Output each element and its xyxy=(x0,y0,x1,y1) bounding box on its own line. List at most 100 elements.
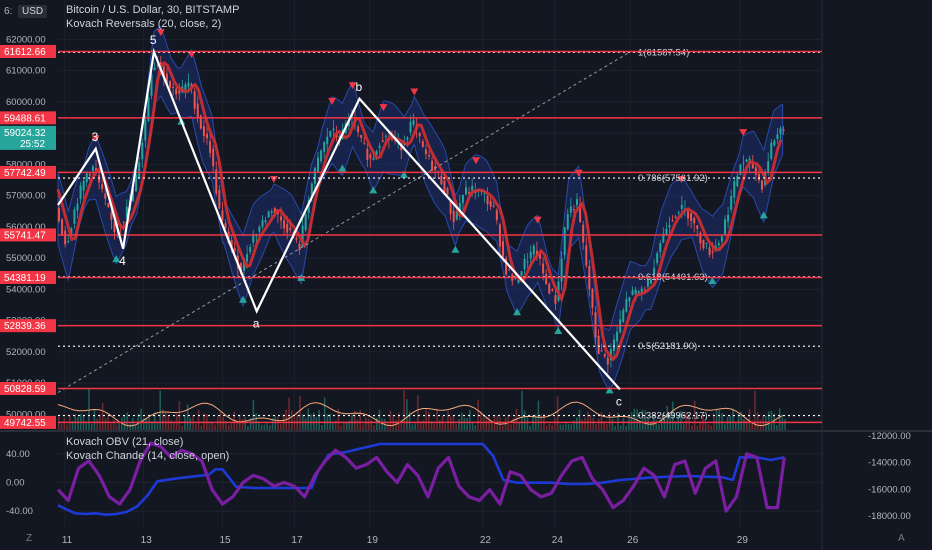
indicator-kovach-chande[interactable]: Kovach Chande (14, close, open) xyxy=(66,450,229,462)
candle-body xyxy=(79,185,82,200)
volume-bar xyxy=(85,422,88,430)
volume-bar xyxy=(280,423,282,430)
chart-svg[interactable]: 1(61587.54)0.786(57561.92)0.618(54401.63… xyxy=(0,0,932,550)
price-label-text: 50828.59 xyxy=(4,384,46,395)
auto-scale-icon[interactable]: A xyxy=(898,533,905,544)
volume-bar xyxy=(362,424,364,430)
candle-body xyxy=(88,173,91,176)
candle-body xyxy=(545,273,548,285)
volume-bar xyxy=(521,390,523,430)
candle-body xyxy=(693,217,696,224)
candle-body xyxy=(606,357,609,365)
volume-bar xyxy=(414,423,416,430)
candle-body xyxy=(508,269,511,271)
candle-body xyxy=(221,210,224,221)
time-axis-label: 17 xyxy=(291,535,303,546)
volume-bar xyxy=(370,420,373,430)
candle-body xyxy=(153,67,156,71)
candle-body xyxy=(101,184,104,190)
candle-body xyxy=(486,196,489,205)
candle-body xyxy=(566,214,569,229)
candle-body xyxy=(202,126,205,136)
price-label-countdown: 25:52 xyxy=(20,139,45,150)
volume-bar xyxy=(96,418,98,430)
candle-body xyxy=(671,220,674,222)
candle-body xyxy=(628,297,631,302)
candle-body xyxy=(532,245,535,255)
candle-body xyxy=(357,126,360,133)
candle-body xyxy=(91,166,94,171)
volume-bar xyxy=(227,424,230,430)
volume-bar xyxy=(586,411,589,430)
candle-body xyxy=(643,289,646,291)
volume-bar xyxy=(140,408,142,430)
wave-label-a: a xyxy=(253,316,260,330)
candle-body xyxy=(58,208,60,221)
time-axis-label: 26 xyxy=(627,535,639,546)
candle-body xyxy=(585,245,588,266)
candle-body xyxy=(720,236,723,242)
candle-body xyxy=(600,350,603,352)
volume-bar xyxy=(126,412,129,430)
volume-bar xyxy=(455,424,458,430)
volume-bar xyxy=(406,399,408,430)
candle-body xyxy=(613,339,616,351)
candle-body xyxy=(372,158,375,160)
candle-body xyxy=(563,227,566,256)
volume-bar xyxy=(469,410,471,430)
price-tick-label: 57000.00 xyxy=(6,191,46,202)
candle-body xyxy=(246,254,249,262)
volume-bar xyxy=(244,417,246,430)
volume-bar xyxy=(186,404,189,430)
candle-body xyxy=(554,295,557,304)
candle-body xyxy=(572,208,575,210)
candle-body xyxy=(283,220,286,229)
volume-bar xyxy=(293,417,296,430)
obv-tick-label: -14000.00 xyxy=(868,458,911,469)
indicator-kovach-obv[interactable]: Kovach OBV (21, close) xyxy=(66,436,183,448)
volume-bar xyxy=(584,417,586,430)
candle-body xyxy=(742,162,745,164)
candle-body xyxy=(409,122,412,133)
candle-body xyxy=(717,243,720,246)
candle-body xyxy=(384,135,387,137)
candle-body xyxy=(169,81,172,88)
timezone-icon[interactable]: Z xyxy=(26,533,32,544)
candle-body xyxy=(61,219,64,235)
candle-body xyxy=(175,88,178,95)
candle-body xyxy=(280,216,283,221)
volume-bar xyxy=(748,408,751,430)
candle-body xyxy=(492,205,495,207)
candle-body xyxy=(773,140,776,146)
indicator-kovach-reversals[interactable]: Kovach Reversals (20, close, 2) xyxy=(66,18,221,30)
volume-bar xyxy=(614,425,616,430)
volume-bar xyxy=(565,423,567,430)
volume-bar xyxy=(502,425,504,430)
time-axis-label: 11 xyxy=(62,535,73,546)
candle-body xyxy=(452,210,455,223)
volume-bar xyxy=(60,423,63,430)
volume-bar xyxy=(567,423,570,430)
volume-bar xyxy=(715,408,718,430)
candle-body xyxy=(187,82,190,87)
volume-bar xyxy=(101,402,104,430)
candle-body xyxy=(366,148,369,160)
volume-bar xyxy=(570,424,573,430)
obv-tick-label: -12000.00 xyxy=(868,431,911,442)
candle-body xyxy=(495,210,498,221)
candle-body xyxy=(428,155,431,157)
volume-bar xyxy=(460,412,463,430)
volume-bar xyxy=(356,419,359,430)
volume-bar xyxy=(63,418,66,430)
fib-level-label: 1(61587.54) xyxy=(638,47,689,58)
volume-bar xyxy=(559,424,562,430)
candle-body xyxy=(745,159,748,162)
fib-level-label: 0.382(49962.17) xyxy=(638,411,708,422)
volume-bar xyxy=(373,424,375,430)
volume-bar xyxy=(438,419,441,430)
currency-badge[interactable]: USD xyxy=(18,5,48,18)
volume-bar xyxy=(241,418,244,430)
candle-body xyxy=(138,162,141,178)
candle-body xyxy=(360,135,363,138)
candle-body xyxy=(767,161,770,172)
